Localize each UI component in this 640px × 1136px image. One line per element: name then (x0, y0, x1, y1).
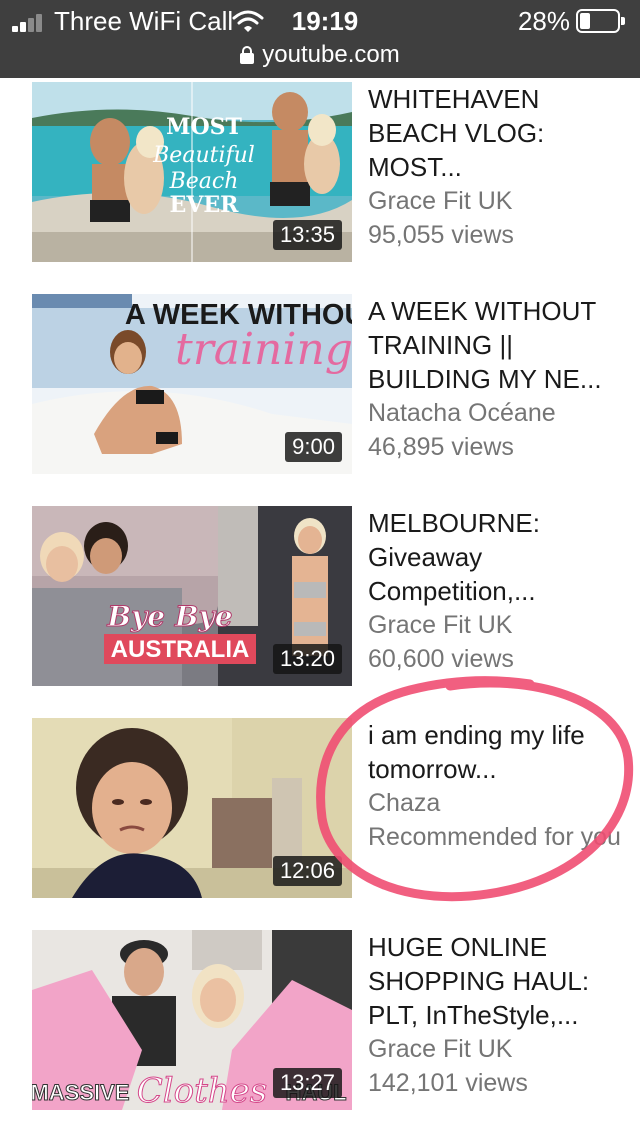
status-bar: Three WiFi Call 19:19 28% youtube.com (0, 0, 640, 78)
channel-name: Grace Fit UK (368, 611, 513, 639)
view-count: 95,055 views (368, 221, 514, 249)
video-item[interactable]: 12:06 i am ending my life tomorrow... Ch… (0, 718, 640, 900)
duration-badge: 12:06 (272, 856, 342, 886)
duration-badge: 13:35 (272, 220, 342, 250)
thumbnail-text: AUSTRALIA (111, 636, 250, 663)
thumbnail-text: EVER (170, 192, 240, 218)
address-bar[interactable]: youtube.com (0, 40, 640, 70)
channel-name: Grace Fit UK (368, 1035, 513, 1063)
view-count: 46,895 views (368, 433, 514, 461)
video-item[interactable]: MASSIVE Clothes HAUL 13:27 HUGE ONLINE S… (0, 930, 640, 1112)
video-thumbnail[interactable]: MOST Beautiful Beach EVER 13:35 (32, 82, 352, 262)
clock: 19:19 (291, 6, 359, 36)
view-count: Recommended for you (368, 823, 621, 851)
video-title[interactable]: WHITEHAVEN BEACH VLOG: MOST... (368, 82, 630, 184)
video-title[interactable]: MELBOURNE: Giveaway Competition,... (368, 506, 630, 608)
video-item[interactable]: A WEEK WITHOUT training 9:00 A WEEK WITH… (0, 294, 640, 476)
video-thumbnail[interactable]: 12:06 (32, 718, 352, 898)
channel-name: Chaza (368, 789, 441, 817)
video-thumbnail[interactable]: Bye Bye AUSTRALIA 13:20 (32, 506, 352, 686)
video-title[interactable]: A WEEK WITHOUT TRAINING || BUILDING MY N… (368, 294, 630, 396)
view-count: 60,600 views (368, 645, 514, 673)
signal-bars-icon (12, 12, 48, 32)
channel-name: Natacha Océane (368, 399, 556, 427)
video-thumbnail[interactable]: MASSIVE Clothes HAUL 13:27 (32, 930, 352, 1110)
video-title[interactable]: HUGE ONLINE SHOPPING HAUL: PLT, InTheSty… (368, 930, 630, 1032)
duration-badge: 9:00 (285, 432, 342, 462)
duration-badge: 13:27 (272, 1068, 342, 1098)
video-item[interactable]: Bye Bye AUSTRALIA 13:20 MELBOURNE: Givea… (0, 506, 640, 688)
url-text: youtube.com (262, 41, 400, 68)
video-meta[interactable]: HUGE ONLINE SHOPPING HAUL: PLT, InTheSty… (368, 930, 630, 1100)
thumbnail-text: MOST (166, 114, 242, 140)
thumbnail-text: MASSIVE (32, 1080, 130, 1105)
view-count: 142,101 views (368, 1069, 528, 1097)
video-meta[interactable]: A WEEK WITHOUT TRAINING || BUILDING MY N… (368, 294, 630, 464)
lock-icon (240, 46, 255, 64)
thumbnail-text: Clothes (137, 1071, 268, 1110)
duration-badge: 13:20 (272, 644, 342, 674)
carrier-name: Three WiFi Call (54, 6, 234, 36)
wifi-icon (232, 10, 264, 32)
video-item[interactable]: MOST Beautiful Beach EVER 13:35 WHITEHAV… (0, 82, 640, 264)
video-meta[interactable]: i am ending my life tomorrow... Chaza Re… (368, 718, 630, 854)
battery-percent: 28% (517, 6, 570, 36)
battery-icon (576, 9, 625, 33)
thumbnail-text: training (175, 324, 352, 375)
video-title[interactable]: i am ending my life tomorrow... (368, 718, 630, 786)
thumbnail-text: Bye Bye (106, 600, 232, 633)
video-thumbnail[interactable]: A WEEK WITHOUT training 9:00 (32, 294, 352, 474)
video-meta[interactable]: WHITEHAVEN BEACH VLOG: MOST... Grace Fit… (368, 82, 630, 252)
channel-name: Grace Fit UK (368, 187, 513, 215)
thumbnail-text: Beach (169, 169, 239, 194)
video-meta[interactable]: MELBOURNE: Giveaway Competition,... Grac… (368, 506, 630, 676)
thumbnail-text: Beautiful (152, 143, 255, 168)
